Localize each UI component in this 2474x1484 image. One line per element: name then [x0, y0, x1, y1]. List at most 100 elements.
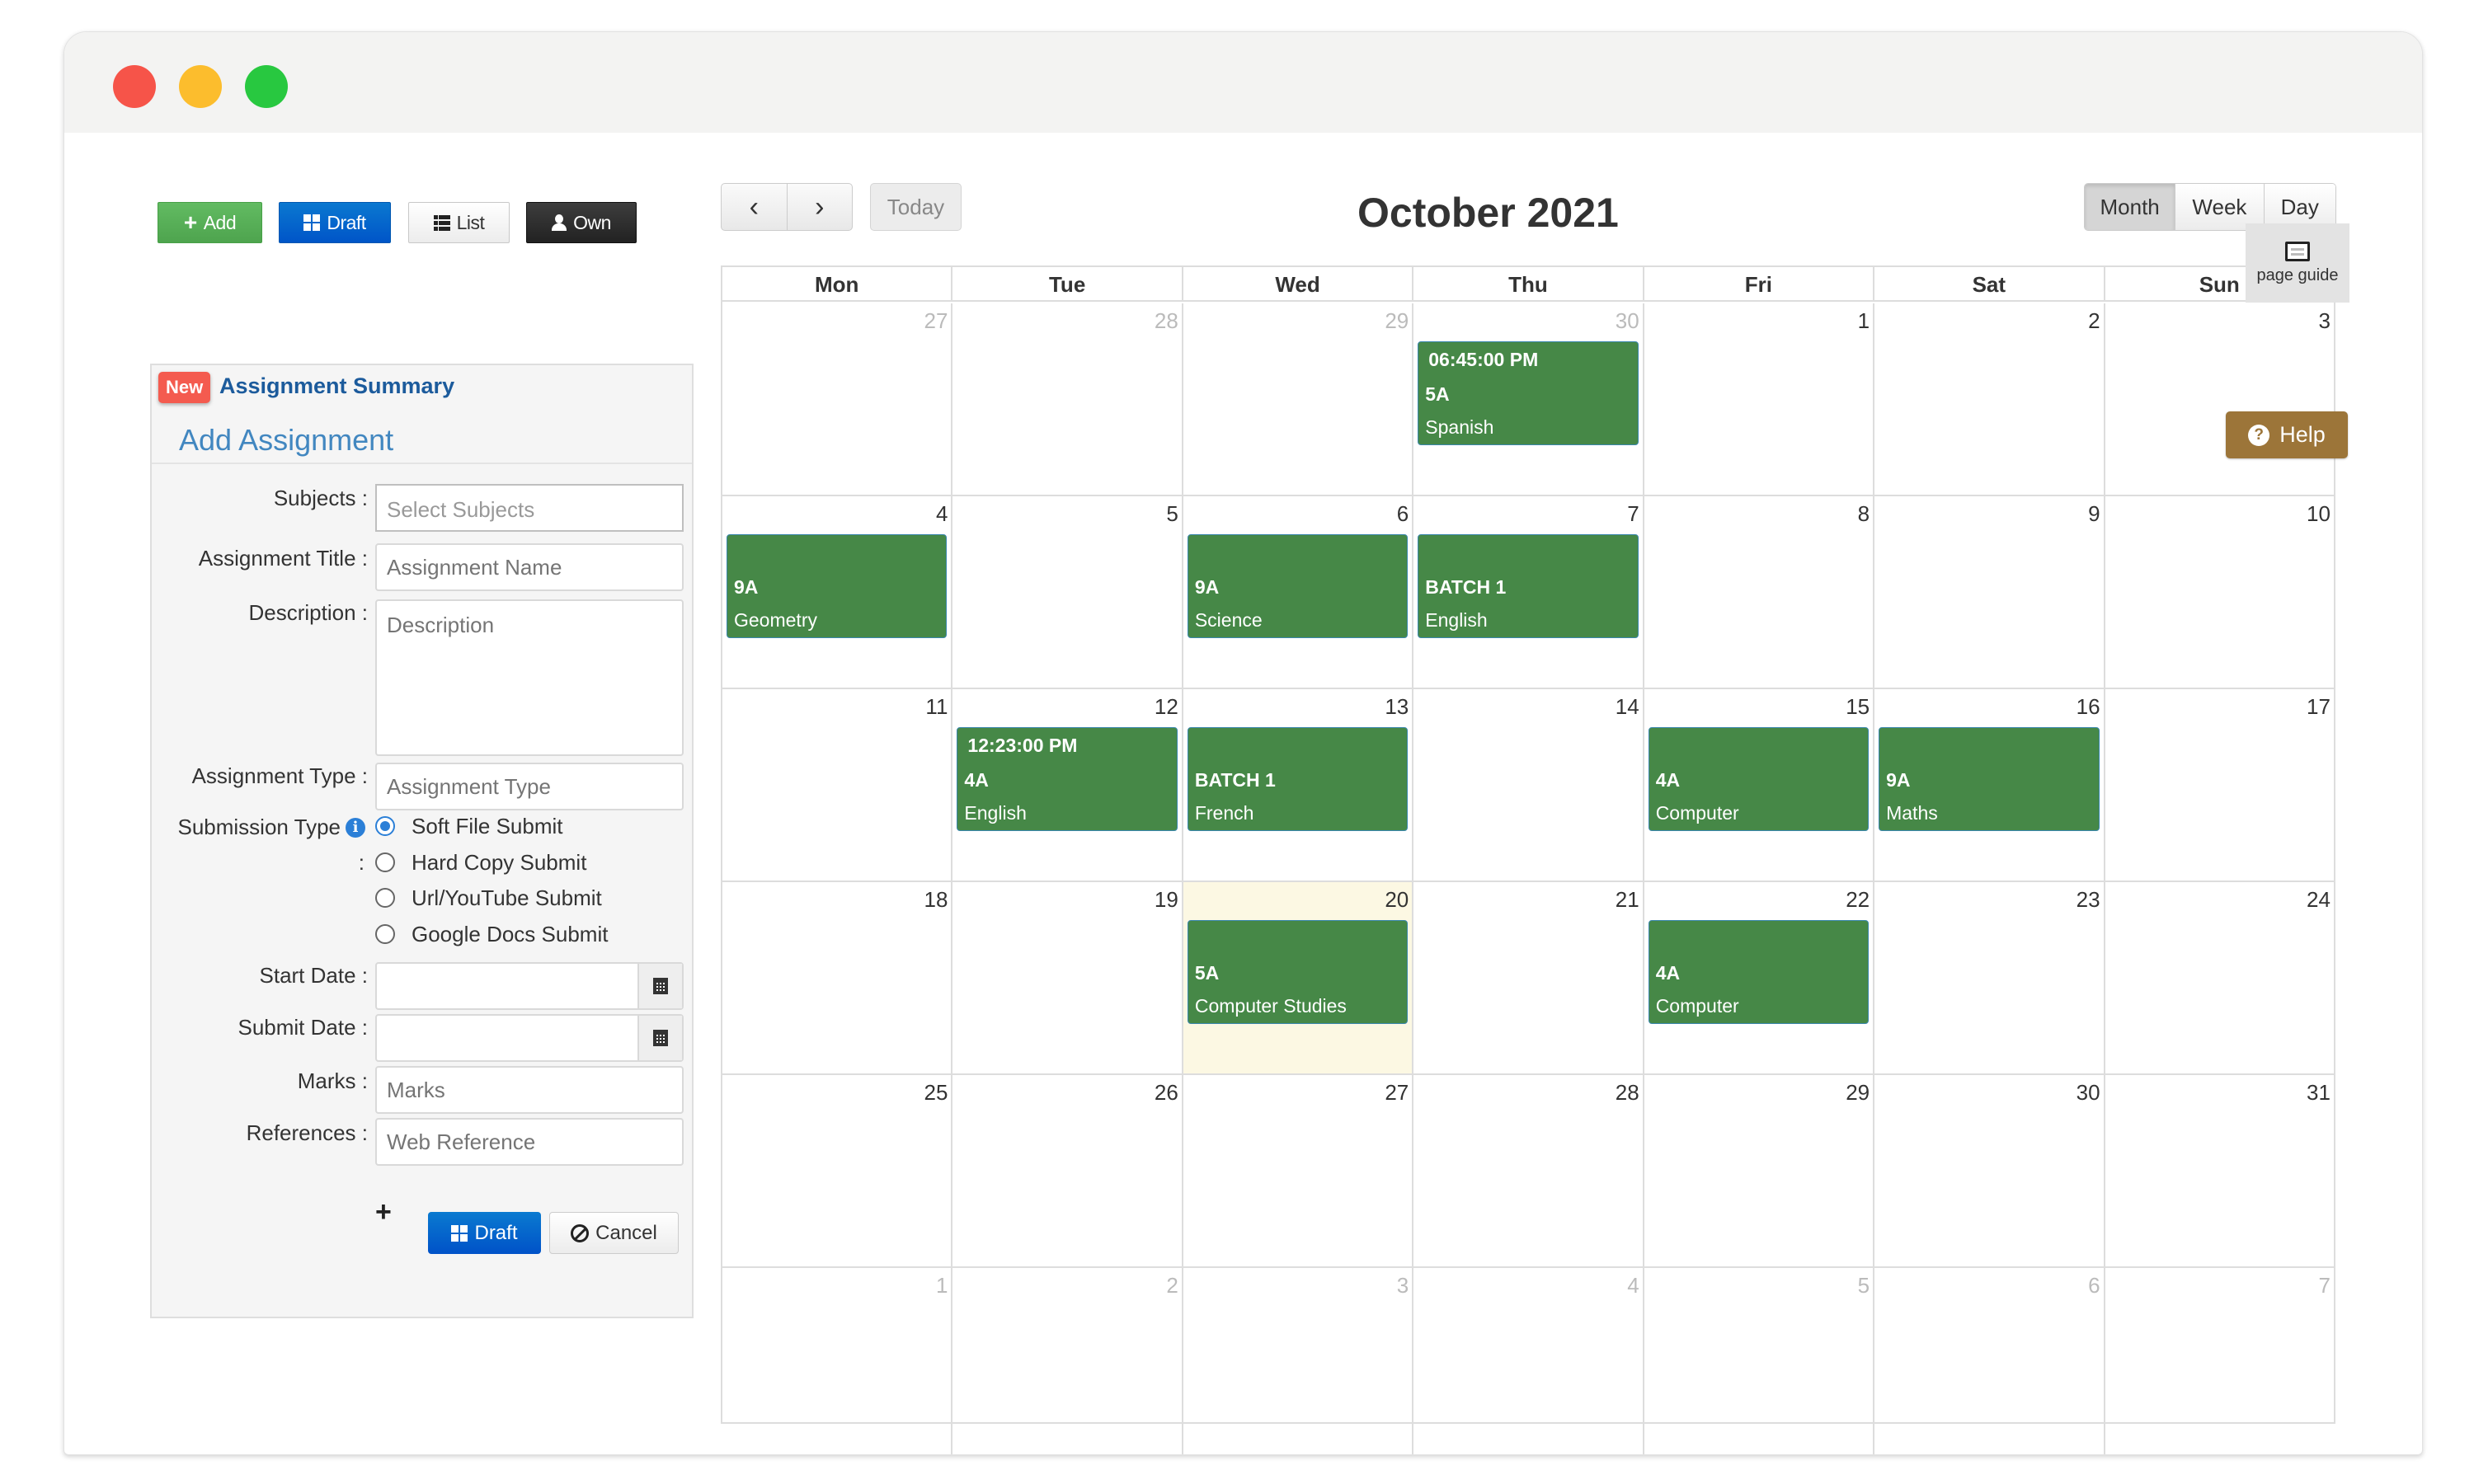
day-cell[interactable]: 10: [2103, 496, 2334, 688]
radio-soft-file[interactable]: Soft File Submit: [375, 812, 563, 840]
radio-url-youtube[interactable]: Url/YouTube Submit: [375, 884, 602, 912]
add-reference-plus-icon[interactable]: +: [375, 1198, 392, 1226]
radio-google-docs[interactable]: Google Docs Submit: [375, 920, 608, 948]
day-number[interactable]: 26: [1155, 1080, 1178, 1106]
day-number[interactable]: 19: [1155, 887, 1178, 913]
day-number[interactable]: 2: [2088, 308, 2100, 334]
day-cell[interactable]: 18: [722, 882, 951, 1073]
day-cell[interactable]: 22 4A Computer: [1642, 882, 1873, 1073]
day-number[interactable]: 15: [1846, 694, 1870, 720]
radio-soft-file-input[interactable]: [375, 816, 395, 836]
calendar-event[interactable]: 12:23:00 PM 4A English: [957, 727, 1178, 831]
day-number[interactable]: 3: [2318, 308, 2330, 334]
day-number[interactable]: 5: [1166, 501, 1178, 527]
submit-date-picker-button[interactable]: [637, 1016, 682, 1060]
day-number[interactable]: 30: [2077, 1080, 2100, 1106]
radio-hard-copy-input[interactable]: [375, 852, 395, 872]
calendar-event[interactable]: BATCH 1 French: [1187, 727, 1409, 831]
description-textarea[interactable]: [375, 599, 684, 756]
day-cell[interactable]: 2: [951, 1268, 1181, 1454]
day-cell[interactable]: 28: [1412, 1075, 1642, 1266]
day-cell[interactable]: 9: [1873, 496, 2103, 688]
calendar-event[interactable]: 4A Computer: [1648, 920, 1870, 1024]
submit-date-input[interactable]: [375, 1014, 684, 1062]
prev-month-button[interactable]: ‹: [722, 184, 787, 230]
day-number[interactable]: 24: [2307, 887, 2331, 913]
day-cell[interactable]: 6 9A Science: [1181, 496, 1412, 688]
day-cell[interactable]: 5: [1642, 1268, 1873, 1454]
day-number[interactable]: 8: [1858, 501, 1870, 527]
day-cell[interactable]: 27: [1181, 1075, 1412, 1266]
day-cell[interactable]: 28: [951, 303, 1181, 495]
day-number[interactable]: 30: [1616, 308, 1639, 334]
day-number[interactable]: 17: [2307, 694, 2331, 720]
day-cell[interactable]: 11: [722, 689, 951, 881]
calendar-event[interactable]: 4A Computer: [1648, 727, 1870, 831]
own-button[interactable]: Own: [526, 202, 637, 243]
day-number[interactable]: 13: [1385, 694, 1409, 720]
day-number[interactable]: 21: [1616, 887, 1639, 913]
day-cell[interactable]: 5: [951, 496, 1181, 688]
day-number[interactable]: 29: [1385, 308, 1409, 334]
day-cell[interactable]: 7 BATCH 1 English: [1412, 496, 1642, 688]
day-cell[interactable]: 2: [1873, 303, 2103, 495]
assignment-title-input[interactable]: [375, 543, 684, 591]
day-cell[interactable]: 4: [1412, 1268, 1642, 1454]
help-button[interactable]: ? Help: [2226, 411, 2348, 458]
day-number[interactable]: 3: [1397, 1273, 1409, 1298]
day-number[interactable]: 28: [1155, 308, 1178, 334]
calendar-event[interactable]: 9A Science: [1187, 534, 1409, 638]
day-number[interactable]: 27: [1385, 1080, 1409, 1106]
day-number[interactable]: 20: [1385, 887, 1409, 913]
day-number[interactable]: 22: [1846, 887, 1870, 913]
cancel-button[interactable]: Cancel: [549, 1212, 679, 1254]
day-number[interactable]: 25: [924, 1080, 948, 1106]
close-window-button[interactable]: [113, 65, 156, 108]
day-cell[interactable]: 16 9A Maths: [1873, 689, 2103, 881]
day-cell[interactable]: 6: [1873, 1268, 2103, 1454]
references-input[interactable]: [375, 1118, 684, 1166]
start-date-input[interactable]: [375, 962, 684, 1010]
day-cell[interactable]: 19: [951, 882, 1181, 1073]
calendar-event[interactable]: 06:45:00 PM 5A Spanish: [1418, 341, 1639, 445]
day-cell[interactable]: 3: [1181, 1268, 1412, 1454]
subjects-select[interactable]: Select Subjects: [375, 484, 684, 532]
day-cell[interactable]: 26: [951, 1075, 1181, 1266]
day-number[interactable]: 5: [1858, 1273, 1870, 1298]
add-button[interactable]: + Add: [158, 202, 262, 243]
view-month-button[interactable]: Month: [2085, 184, 2175, 230]
radio-google-docs-input[interactable]: [375, 924, 395, 944]
next-month-button[interactable]: ›: [786, 184, 853, 230]
day-number[interactable]: 2: [1166, 1273, 1178, 1298]
day-number[interactable]: 1: [1858, 308, 1870, 334]
day-cell[interactable]: 7: [2103, 1268, 2334, 1454]
day-cell[interactable]: 13 BATCH 1 French: [1181, 689, 1412, 881]
day-number[interactable]: 6: [2088, 1273, 2100, 1298]
day-cell[interactable]: 17: [2103, 689, 2334, 881]
calendar-event[interactable]: 9A Geometry: [727, 534, 948, 638]
today-button[interactable]: Today: [870, 183, 962, 231]
calendar-event[interactable]: BATCH 1 English: [1418, 534, 1639, 638]
day-cell[interactable]: 30: [1873, 1075, 2103, 1266]
maximize-window-button[interactable]: [245, 65, 288, 108]
day-cell[interactable]: 21: [1412, 882, 1642, 1073]
day-cell[interactable]: 15 4A Computer: [1642, 689, 1873, 881]
day-cell[interactable]: 3: [2103, 303, 2334, 495]
radio-hard-copy[interactable]: Hard Copy Submit: [375, 848, 586, 876]
day-number[interactable]: 16: [2077, 694, 2100, 720]
day-number[interactable]: 1: [936, 1273, 948, 1298]
day-cell[interactable]: 8: [1642, 496, 1873, 688]
info-icon[interactable]: i: [346, 817, 365, 838]
day-number[interactable]: 11: [925, 694, 948, 720]
day-cell[interactable]: 29: [1642, 1075, 1873, 1266]
day-number[interactable]: 7: [1627, 501, 1639, 527]
day-cell[interactable]: 31: [2103, 1075, 2334, 1266]
day-number[interactable]: 23: [2077, 887, 2100, 913]
day-number[interactable]: 4: [1627, 1273, 1639, 1298]
day-cell-today[interactable]: 20 5A Computer Studies: [1181, 882, 1413, 1073]
draft-button[interactable]: Draft: [279, 202, 391, 243]
day-cell[interactable]: 1: [722, 1268, 951, 1454]
day-number[interactable]: 14: [1616, 694, 1639, 720]
day-cell[interactable]: 25: [722, 1075, 951, 1266]
day-number[interactable]: 6: [1397, 501, 1409, 527]
